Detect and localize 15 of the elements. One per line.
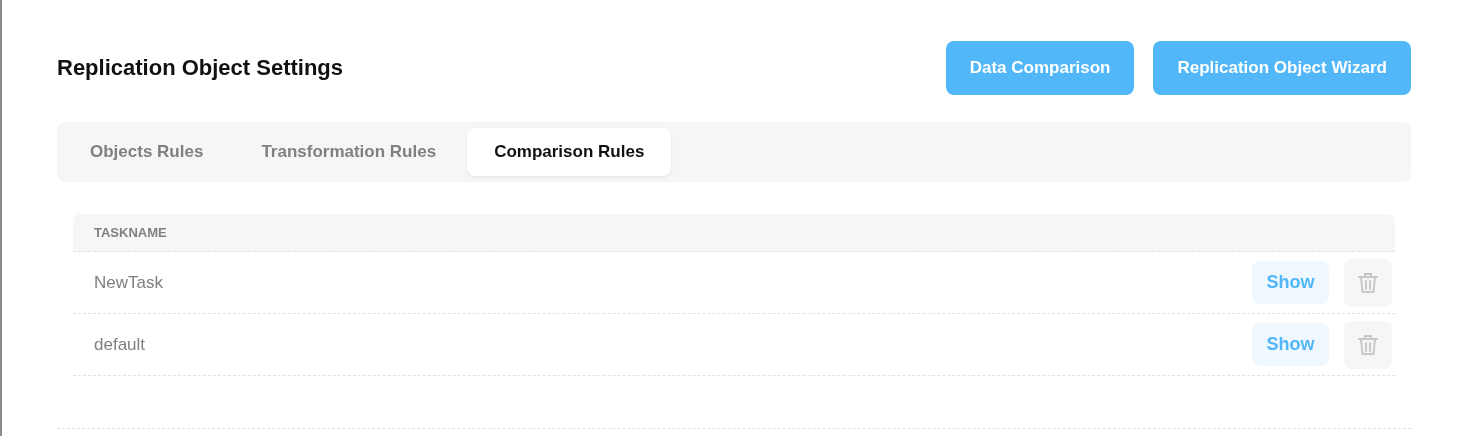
tab[interactable]: Transformation Rules: [234, 128, 464, 176]
primary-button[interactable]: Replication Object Wizard: [1153, 41, 1411, 95]
delete-button[interactable]: [1344, 320, 1392, 369]
primary-button[interactable]: Data Comparison: [945, 41, 1135, 95]
column-header: TASKNAME: [94, 225, 167, 240]
show-button[interactable]: Show: [1252, 261, 1329, 304]
delete-button[interactable]: [1344, 258, 1392, 307]
show-button[interactable]: Show: [1252, 323, 1329, 366]
table-cell-text: NewTask: [94, 272, 164, 293]
trash-icon: [1358, 333, 1378, 356]
tab[interactable]: Comparison Rules: [467, 128, 672, 176]
trash-icon: [1358, 271, 1378, 294]
page-title: Replication Object Settings: [57, 55, 344, 81]
table-cell-text: default: [94, 334, 147, 355]
tab[interactable]: Objects Rules: [63, 128, 231, 176]
